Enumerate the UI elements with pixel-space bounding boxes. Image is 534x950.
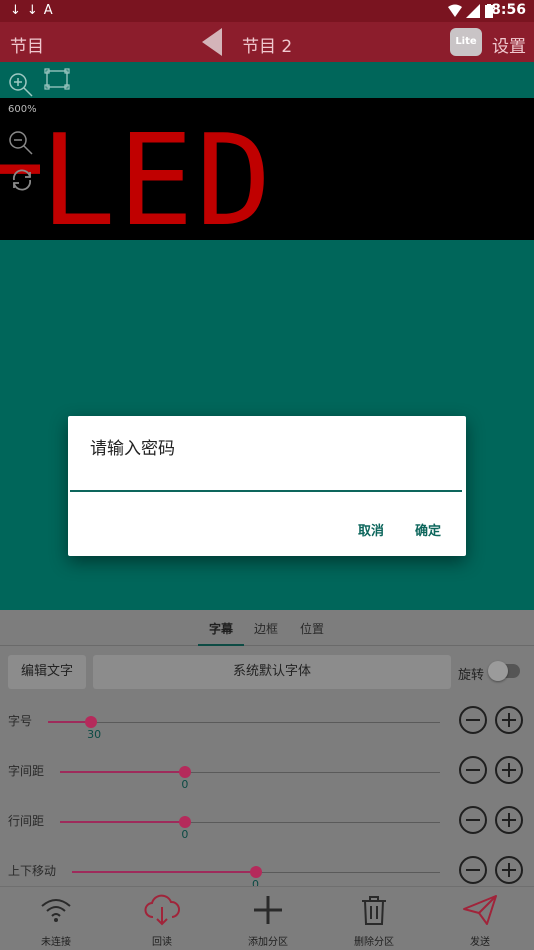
rotate-toggle[interactable] bbox=[488, 661, 520, 681]
signal-icon bbox=[466, 4, 480, 18]
slider-value: 0 bbox=[181, 778, 189, 791]
nav-readback[interactable]: 回读 bbox=[109, 887, 215, 950]
slider-label: 行间距 bbox=[8, 814, 45, 828]
nav-label: 未连接 bbox=[41, 937, 71, 948]
increase-button[interactable] bbox=[495, 806, 523, 834]
nav-label: 发送 bbox=[470, 937, 490, 948]
bottom-navigation: 未连接 回读 添加分区 删除分区 发送 bbox=[0, 886, 534, 950]
zoom-out-icon[interactable] bbox=[8, 130, 34, 156]
slider-thumb[interactable] bbox=[179, 766, 192, 778]
slider-row-char-spacing: 字间距 0 bbox=[0, 752, 534, 802]
nav-label: 删除分区 bbox=[354, 937, 394, 948]
slider-value: 0 bbox=[181, 828, 189, 841]
nav-send[interactable]: 发送 bbox=[427, 887, 533, 950]
slider-thumb[interactable] bbox=[85, 716, 98, 728]
tab-position[interactable]: 位置 bbox=[300, 620, 324, 637]
slider-fill bbox=[60, 821, 186, 823]
clock: 8:56 bbox=[491, 2, 526, 18]
edit-text-button[interactable]: 编辑文字 bbox=[8, 655, 86, 689]
zoom-in-icon[interactable] bbox=[8, 72, 34, 98]
slider-label: 字号 bbox=[8, 714, 33, 728]
app-header: 节目 节目 2 Lite 设置 bbox=[0, 22, 534, 62]
refresh-icon[interactable] bbox=[10, 168, 34, 192]
slider-label: 字间距 bbox=[8, 764, 45, 778]
font-select-button[interactable]: 系统默认字体 bbox=[93, 655, 451, 689]
led-preview-text: 卡LED bbox=[0, 118, 274, 241]
plus-icon bbox=[254, 896, 282, 924]
increase-button[interactable] bbox=[495, 856, 523, 884]
page-title: 节目 2 bbox=[242, 37, 293, 57]
settings-button[interactable]: 设置 bbox=[492, 32, 526, 57]
wifi-icon bbox=[41, 899, 71, 922]
send-icon bbox=[463, 895, 497, 925]
decrease-button[interactable] bbox=[459, 806, 487, 834]
increase-button[interactable] bbox=[495, 756, 523, 784]
slider-thumb[interactable] bbox=[250, 866, 262, 878]
slider-fill bbox=[72, 871, 256, 873]
status-bar: ↓↓A 8:56 bbox=[0, 0, 534, 22]
slider-track[interactable] bbox=[48, 722, 440, 723]
confirm-button[interactable]: 确定 bbox=[415, 520, 441, 539]
nav-connection[interactable]: 未连接 bbox=[3, 887, 109, 950]
slider-thumb[interactable] bbox=[179, 816, 192, 828]
decrease-button[interactable] bbox=[459, 856, 487, 884]
slider-value: 30 bbox=[87, 728, 102, 741]
cancel-button[interactable]: 取消 bbox=[358, 520, 384, 539]
tab-border[interactable]: 边框 bbox=[254, 620, 278, 637]
back-arrow-icon[interactable] bbox=[202, 28, 222, 56]
dialog-title: 请输入密码 bbox=[90, 439, 175, 459]
tab-subtitle[interactable]: 字幕 bbox=[209, 620, 233, 637]
nav-add-zone[interactable]: 添加分区 bbox=[215, 887, 321, 950]
settings-tabs: 字幕 边框 位置 bbox=[0, 610, 534, 646]
led-text-visible: LED bbox=[40, 107, 274, 241]
password-input[interactable] bbox=[70, 468, 462, 492]
decrease-button[interactable] bbox=[459, 756, 487, 784]
trash-icon bbox=[362, 896, 386, 925]
password-dialog: 请输入密码 取消 确定 bbox=[68, 416, 466, 556]
cloud-download-icon bbox=[144, 894, 180, 926]
led-preview[interactable]: 卡LED 600% bbox=[0, 98, 534, 240]
slider-row-line-spacing: 行间距 0 bbox=[0, 802, 534, 852]
program-list-button[interactable]: 节目 bbox=[10, 32, 44, 57]
notification-icons: ↓↓A bbox=[10, 3, 59, 18]
rotate-label: 旋转 bbox=[458, 668, 485, 683]
slider-row-font-size: 字号 30 bbox=[0, 702, 534, 752]
nav-label: 添加分区 bbox=[248, 937, 288, 948]
decrease-button[interactable] bbox=[459, 706, 487, 734]
active-tab-indicator bbox=[198, 644, 244, 646]
wifi-status-icon bbox=[448, 4, 462, 17]
lite-badge: Lite bbox=[450, 28, 482, 56]
slider-label: 上下移动 bbox=[8, 864, 57, 878]
zoom-level: 600% bbox=[8, 104, 37, 115]
nav-label: 回读 bbox=[152, 937, 172, 948]
increase-button[interactable] bbox=[495, 706, 523, 734]
slider-fill bbox=[60, 771, 186, 773]
preview-toolbar bbox=[0, 62, 534, 98]
rotate-toggle-knob bbox=[488, 661, 508, 681]
nav-delete-zone[interactable]: 删除分区 bbox=[321, 887, 427, 950]
fit-screen-icon[interactable] bbox=[44, 68, 70, 90]
